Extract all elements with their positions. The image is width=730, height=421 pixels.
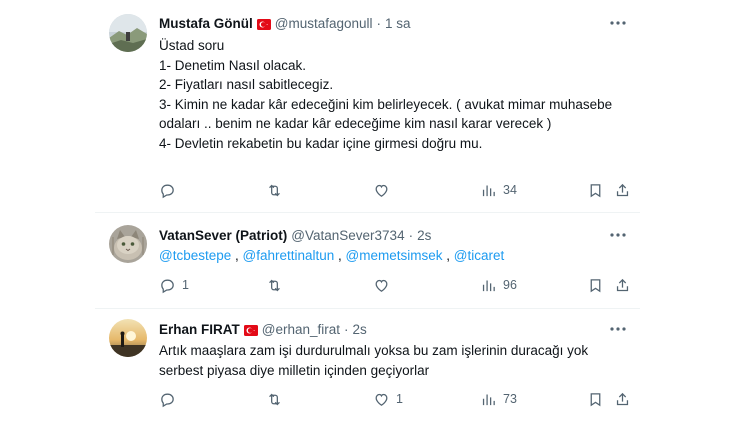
turkey-flag-icon <box>256 18 271 30</box>
avatar[interactable] <box>109 14 147 52</box>
reply-button[interactable] <box>159 180 182 200</box>
mention-separator: , <box>231 248 243 263</box>
retweet-icon <box>269 393 280 405</box>
bookmark-icon <box>590 183 601 197</box>
retweet-button[interactable] <box>266 180 289 200</box>
tweet-line: 4- Devletin rekabetin bu kadar içine gir… <box>159 135 483 151</box>
tweet-line: 3- Kimin ne kadar kâr edeceğini kim beli… <box>159 96 613 132</box>
bookmark-button[interactable] <box>587 275 604 295</box>
author-name[interactable]: Mustafa Gönül <box>159 16 253 31</box>
mention-link[interactable]: @memetsimsek <box>346 248 443 263</box>
more-icon[interactable] <box>608 319 628 339</box>
more-icon[interactable] <box>608 225 628 245</box>
share-button[interactable] <box>614 180 631 200</box>
tweet-actions: 1 96 <box>159 275 630 295</box>
bookmark-icon <box>590 392 601 406</box>
heart-icon <box>375 184 388 197</box>
tweet-actions: 1 73 <box>159 389 630 409</box>
heart-icon <box>375 393 388 406</box>
tweet[interactable]: Mustafa Gönül @mustafagonull · 1 sa Üsta… <box>95 0 640 212</box>
share-icon <box>616 392 629 405</box>
like-count: 1 <box>396 392 403 406</box>
tweet[interactable]: Erhan FIRAT @erhan_firat · 2s Artık maaş… <box>95 308 640 421</box>
turkey-flag-icon <box>243 324 258 336</box>
mention-link[interactable]: @tcbestepe <box>159 248 231 263</box>
view-count: 96 <box>503 278 517 292</box>
views-chart-icon <box>482 280 495 291</box>
views-button[interactable]: 34 <box>480 180 517 200</box>
tweet-header: VatanSever (Patriot) @VatanSever3734 · 2… <box>159 225 630 245</box>
views-chart-icon <box>482 185 495 196</box>
author-name[interactable]: VatanSever (Patriot) <box>159 228 287 243</box>
separator: · <box>376 15 382 31</box>
tweet-text: @tcbestepe , @fahrettinaltun , @memetsim… <box>159 246 628 266</box>
mention-link[interactable]: @ticaret <box>454 248 504 263</box>
timestamp[interactable]: 2s <box>353 322 367 337</box>
timestamp[interactable]: 1 sa <box>385 16 411 31</box>
share-icon <box>616 278 629 291</box>
tweet-header: Erhan FIRAT @erhan_firat · 2s <box>159 319 630 339</box>
share-button[interactable] <box>614 389 631 409</box>
reply-button[interactable] <box>159 389 182 409</box>
tweet-header: Mustafa Gönül @mustafagonull · 1 sa <box>159 13 630 33</box>
tweet-line: Artık maaşlara zam işi durdurulmalı yoks… <box>159 343 589 378</box>
mention-separator: , <box>442 248 454 263</box>
tweet-line: 2- Fiyatları nasıl sabitlecegiz. <box>159 77 334 92</box>
reply-count: 1 <box>182 278 189 292</box>
share-icon <box>616 183 629 196</box>
heart-icon <box>375 279 388 292</box>
share-button[interactable] <box>614 275 631 295</box>
bookmark-button[interactable] <box>587 389 604 409</box>
views-chart-icon <box>482 394 495 405</box>
view-count: 34 <box>503 183 517 197</box>
like-button[interactable]: 1 <box>373 389 403 409</box>
bookmark-button[interactable] <box>587 180 604 200</box>
reply-button[interactable]: 1 <box>159 275 189 295</box>
separator: · <box>344 321 349 337</box>
avatar[interactable] <box>109 319 147 357</box>
author-handle[interactable]: @mustafagonull <box>275 16 373 31</box>
bookmark-icon <box>590 278 601 292</box>
reply-icon <box>161 184 174 198</box>
separator: · <box>408 227 414 243</box>
mention-separator: , <box>334 248 346 263</box>
avatar[interactable] <box>109 225 147 263</box>
retweet-button[interactable] <box>266 275 289 295</box>
view-count: 73 <box>503 392 517 406</box>
reply-icon <box>161 393 174 407</box>
mention-link[interactable]: @fahrettinaltun <box>243 248 335 263</box>
author-handle[interactable]: @VatanSever3734 <box>291 228 404 243</box>
views-button[interactable]: 96 <box>480 275 517 295</box>
tweet-line: Üstad soru <box>159 38 225 53</box>
tweet[interactable]: VatanSever (Patriot) @VatanSever3734 · 2… <box>95 212 640 309</box>
retweet-icon <box>269 184 280 196</box>
tweet-line: 1- Denetim Nasıl olacak. <box>159 57 307 73</box>
retweet-button[interactable] <box>266 389 289 409</box>
like-button[interactable] <box>373 275 396 295</box>
reply-icon <box>161 279 174 293</box>
like-button[interactable] <box>373 180 396 200</box>
timestamp[interactable]: 2s <box>417 228 431 243</box>
retweet-icon <box>269 279 280 291</box>
tweet-actions: 34 <box>159 180 630 200</box>
author-name[interactable]: Erhan FIRAT <box>159 322 240 337</box>
more-icon[interactable] <box>608 13 628 33</box>
tweet-text: Artık maaşlara zam işi durdurulmalı yoks… <box>159 341 628 380</box>
tweet-text: Üstad soru 1- Denetim Nasıl olacak. 2- F… <box>159 36 628 153</box>
author-handle[interactable]: @erhan_firat <box>262 322 340 337</box>
views-button[interactable]: 73 <box>480 389 517 409</box>
